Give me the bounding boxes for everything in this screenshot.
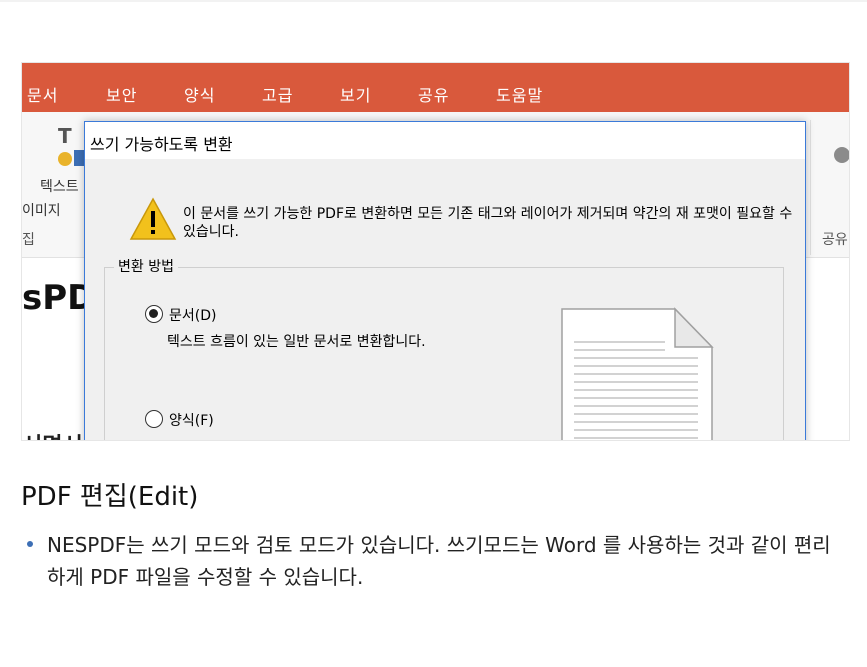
app-screenshot: 문서 보안 양식 고급 보기 공유 도움말 T 텍스트 이미지 집 공유 sPD… — [21, 62, 850, 441]
document-preview-icon — [561, 307, 714, 440]
document-text-fragment: 서면서 — [22, 428, 83, 440]
menu-document[interactable]: 문서 — [27, 82, 58, 106]
radio-document[interactable] — [145, 305, 163, 323]
menu-form[interactable]: 양식 — [184, 82, 215, 106]
menu-share[interactable]: 공유 — [418, 82, 449, 106]
ribbon-label-image[interactable]: 이미지 — [22, 200, 61, 220]
radio-document-label[interactable]: 문서(D) — [169, 305, 216, 325]
warning-message: 이 문서를 쓰기 가능한 PDF로 변환하면 모든 기존 태그와 레이어가 제거… — [183, 206, 793, 240]
radio-document-description: 텍스트 흐름이 있는 일반 문서로 변환합니다. — [167, 334, 426, 350]
image-sun-icon — [58, 152, 72, 166]
person-icon[interactable] — [834, 147, 849, 163]
menu-help[interactable]: 도움말 — [496, 82, 543, 106]
warning-icon — [129, 197, 177, 240]
menu-advanced[interactable]: 고급 — [262, 82, 293, 106]
dialog-title: 쓰기 가능하도록 변환 — [90, 135, 233, 154]
menu-bar: 문서 보안 양식 고급 보기 공유 도움말 — [22, 63, 849, 112]
ribbon-separator — [810, 120, 811, 255]
radio-form-label[interactable]: 양식(F) — [169, 410, 214, 430]
text-image-icon[interactable]: T — [58, 124, 72, 148]
bullet-text: NESPDF는 쓰기 모드와 검토 모드가 있습니다. 쓰기모드는 Word 를… — [47, 533, 831, 589]
conversion-method-label: 변환 방법 — [114, 256, 178, 276]
ribbon-group-share: 공유 — [822, 232, 848, 248]
section-heading: PDF 편집(Edit) — [21, 482, 199, 512]
convert-dialog: 쓰기 가능하도록 변환 이 문서를 쓰기 가능한 PDF로 변환하면 모든 기존… — [84, 121, 806, 440]
top-divider — [0, 0, 867, 2]
menu-view[interactable]: 보기 — [340, 82, 371, 106]
dialog-titlebar[interactable]: 쓰기 가능하도록 변환 — [85, 122, 805, 159]
menu-security[interactable]: 보안 — [106, 82, 137, 106]
image-shape-icon — [74, 150, 84, 166]
radio-form[interactable] — [145, 410, 163, 428]
bullet-marker — [27, 541, 33, 547]
ribbon-group-edit: 집 — [22, 232, 35, 248]
ribbon-label-text[interactable]: 텍스트 — [40, 176, 79, 196]
